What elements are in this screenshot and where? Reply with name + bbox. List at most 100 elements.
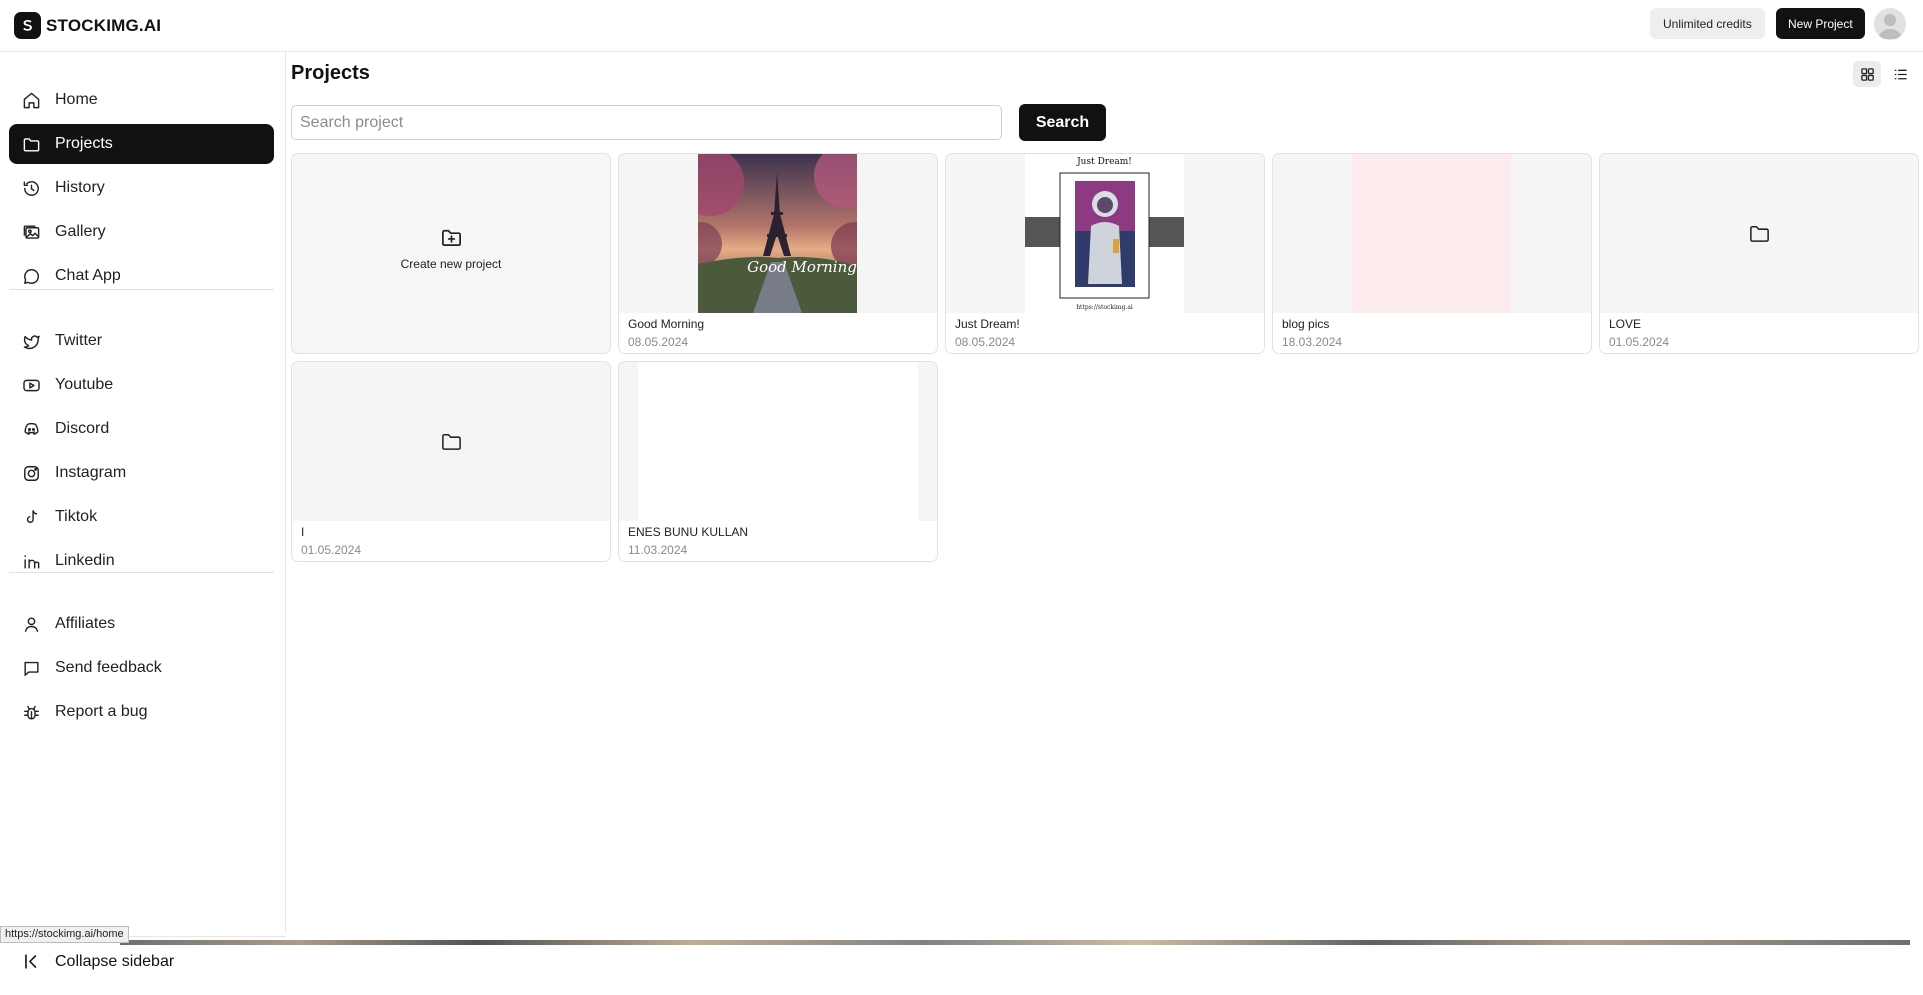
sidebar-item-youtube[interactable]: Youtube bbox=[9, 365, 274, 405]
logo[interactable]: STOCKIMG.AI bbox=[14, 12, 161, 39]
project-thumbnail bbox=[292, 362, 610, 521]
tiktok-icon bbox=[26, 509, 38, 523]
create-project-label: Create new project bbox=[400, 257, 502, 271]
sidebar-item-instagram[interactable]: Instagram bbox=[9, 453, 274, 493]
sidebar-item-label: Chat App bbox=[55, 267, 121, 284]
project-card[interactable]: blog pics 18.03.2024 bbox=[1272, 153, 1592, 354]
collapse-icon bbox=[25, 954, 37, 969]
project-name: Good Morning bbox=[628, 317, 705, 331]
project-name: blog pics bbox=[1282, 317, 1330, 331]
astronaut-poster-image: Just Dream! https://stockimg.ai bbox=[1025, 154, 1184, 313]
poster-title: Just Dream! bbox=[1076, 157, 1132, 167]
instagram-icon bbox=[24, 465, 39, 481]
feedback-icon bbox=[24, 661, 39, 676]
sidebar-item-label: Affiliates bbox=[55, 615, 116, 632]
chat-icon bbox=[24, 268, 39, 284]
sidebar-divider bbox=[9, 289, 274, 290]
folder-icon bbox=[23, 137, 40, 152]
folder-plus-icon bbox=[441, 229, 461, 247]
create-project-card[interactable]: Create new project bbox=[291, 153, 611, 354]
sidebar-item-label: Twitter bbox=[55, 332, 103, 349]
list-icon bbox=[1894, 69, 1907, 79]
sidebar-item-label: History bbox=[55, 179, 105, 196]
sidebar-item-label: Instagram bbox=[55, 464, 127, 481]
bug-icon bbox=[24, 705, 39, 720]
project-name: I bbox=[301, 525, 305, 539]
sidebar-item-send-feedback[interactable]: Send feedback bbox=[9, 648, 274, 688]
list-view-button[interactable] bbox=[1886, 61, 1914, 87]
project-thumbnail: Just Dream! https://stockimg.ai bbox=[946, 154, 1264, 313]
twitter-icon bbox=[23, 334, 40, 349]
sidebar-item-label: Projects bbox=[55, 135, 113, 152]
project-thumbnail bbox=[619, 362, 937, 521]
project-date: 18.03.2024 bbox=[1282, 335, 1343, 349]
collapse-sidebar-label: Collapse sidebar bbox=[55, 952, 175, 970]
page-title: Projects bbox=[291, 62, 370, 84]
sidebar-item-report-bug[interactable]: Report a bug bbox=[9, 692, 274, 732]
project-date: 01.05.2024 bbox=[301, 543, 362, 557]
sidebar-item-label: Report a bug bbox=[55, 703, 148, 720]
project-name: LOVE bbox=[1609, 317, 1642, 331]
project-date: 08.05.2024 bbox=[628, 335, 689, 349]
logo-text: STOCKIMG.AI bbox=[46, 15, 162, 35]
project-card[interactable]: Just Dream! https://stockimg.ai Just Dre… bbox=[945, 153, 1265, 354]
project-card[interactable]: ENES BUNU KULLAN 11.03.2024 bbox=[618, 361, 938, 562]
top-bar: STOCKIMG.AI Unlimited credits New Projec… bbox=[0, 0, 1923, 52]
search-input[interactable] bbox=[291, 105, 1002, 140]
folder-icon bbox=[442, 434, 461, 450]
gallery-icon bbox=[23, 224, 40, 239]
sidebar-item-projects[interactable]: Projects bbox=[9, 124, 274, 164]
grid-icon bbox=[1860, 67, 1874, 81]
sidebar-item-label: Youtube bbox=[55, 376, 114, 393]
project-thumbnail bbox=[1600, 154, 1918, 313]
sidebar-item-chat-app[interactable]: Chat App bbox=[9, 256, 274, 296]
sidebar-item-history[interactable]: History bbox=[9, 168, 274, 208]
project-card[interactable]: LOVE 01.05.2024 bbox=[1599, 153, 1919, 354]
home-icon bbox=[23, 92, 40, 108]
project-name: Just Dream! bbox=[955, 317, 1020, 331]
project-card[interactable]: I 01.05.2024 bbox=[291, 361, 611, 562]
sidebar-item-affiliates[interactable]: Affiliates bbox=[9, 604, 274, 644]
project-date: 11.03.2024 bbox=[628, 543, 688, 557]
sidebar-item-label: Home bbox=[55, 91, 98, 108]
user-icon bbox=[24, 616, 39, 632]
search-button[interactable]: Search bbox=[1019, 104, 1106, 141]
unlimited-credits-button[interactable]: Unlimited credits bbox=[1650, 8, 1765, 39]
pink-placeholder bbox=[1352, 154, 1511, 313]
project-name: ENES BUNU KULLAN bbox=[628, 525, 749, 539]
folder-icon bbox=[1750, 226, 1769, 242]
youtube-icon bbox=[23, 379, 40, 391]
project-card[interactable]: Good Morning Good Morning 08.05.2024 bbox=[618, 153, 938, 354]
user-avatar-icon bbox=[1878, 14, 1902, 39]
sidebar-item-label: Discord bbox=[55, 420, 110, 437]
logo-icon bbox=[14, 12, 41, 39]
sidebar-item-label: Gallery bbox=[55, 223, 106, 240]
status-bar-url: https://stockimg.ai/home bbox=[0, 926, 129, 943]
white-placeholder bbox=[638, 362, 918, 521]
project-thumbnail bbox=[1273, 154, 1591, 313]
sidebar-item-label: Linkedin bbox=[55, 552, 115, 569]
grid-view-button[interactable] bbox=[1853, 61, 1881, 87]
history-icon bbox=[23, 180, 39, 196]
sidebar-item-tiktok[interactable]: Tiktok bbox=[9, 497, 274, 537]
project-thumbnail: Good Morning bbox=[619, 154, 937, 313]
discord-icon bbox=[24, 422, 39, 435]
thumbnail-caption: Good Morning bbox=[747, 258, 857, 276]
sidebar-item-gallery[interactable]: Gallery bbox=[9, 212, 274, 252]
eiffel-tower-image: Good Morning bbox=[698, 154, 857, 313]
new-project-button[interactable]: New Project bbox=[1776, 8, 1865, 39]
sidebar-item-label: Tiktok bbox=[55, 508, 98, 525]
sidebar: Home Projects History Gallery Chat App T… bbox=[0, 52, 286, 970]
page-edge-strip bbox=[120, 940, 1910, 945]
sidebar-divider bbox=[9, 572, 274, 573]
project-date: 01.05.2024 bbox=[1609, 335, 1670, 349]
sidebar-item-linkedin[interactable]: Linkedin bbox=[9, 541, 274, 581]
sidebar-item-twitter[interactable]: Twitter bbox=[9, 321, 274, 361]
sidebar-item-discord[interactable]: Discord bbox=[9, 409, 274, 449]
poster-url: https://stockimg.ai bbox=[1076, 304, 1133, 311]
linkedin-icon bbox=[24, 554, 40, 569]
sidebar-item-label: Send feedback bbox=[55, 659, 162, 676]
sidebar-item-home[interactable]: Home bbox=[9, 80, 274, 120]
avatar[interactable] bbox=[1874, 8, 1906, 40]
project-date: 08.05.2024 bbox=[955, 335, 1016, 349]
